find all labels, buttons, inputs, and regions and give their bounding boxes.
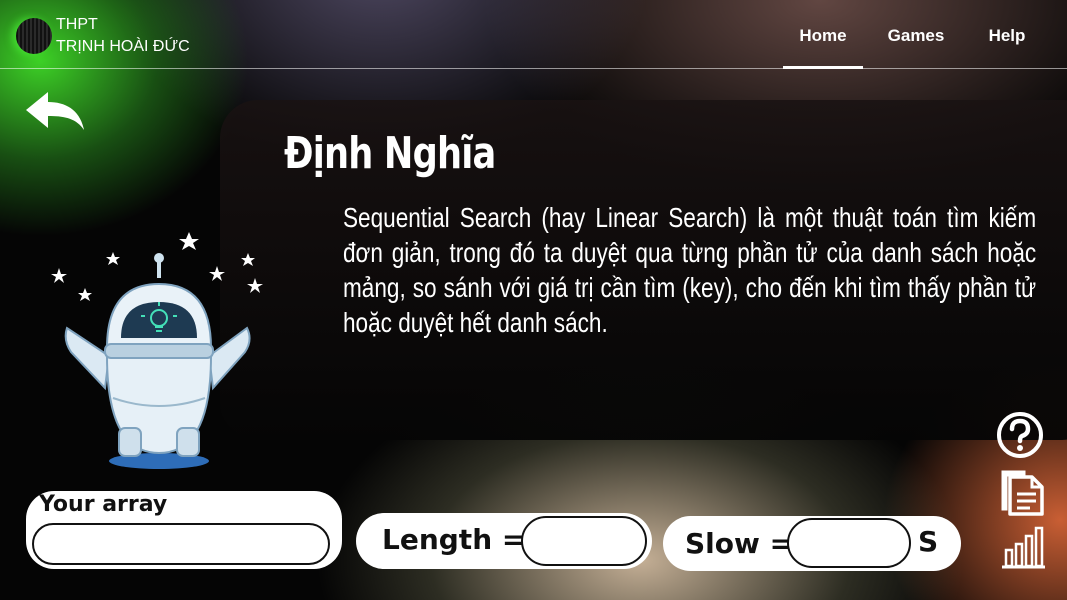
chart-button[interactable] <box>1000 524 1046 570</box>
array-label: Your array <box>39 492 168 517</box>
nav-games[interactable]: Games <box>885 24 947 69</box>
robot-lightbulb-icon <box>51 232 263 469</box>
document-button[interactable] <box>1000 467 1046 517</box>
brand-line-2: TRỊNH HOÀI ĐỨC <box>56 38 190 55</box>
brand-line-1: THPT <box>56 16 98 33</box>
array-input[interactable] <box>32 523 330 565</box>
back-arrow-icon <box>26 92 84 130</box>
length-input[interactable] <box>521 516 647 566</box>
nav-home[interactable]: Home <box>783 24 863 69</box>
length-label: Length = <box>382 523 526 556</box>
slow-unit: S <box>918 525 939 558</box>
brand-name[interactable]: THPT TRỊNH HOÀI ĐỨC <box>56 14 190 58</box>
bar-chart-icon <box>1002 526 1045 569</box>
question-circle-icon <box>997 412 1043 458</box>
logo-icon <box>16 18 52 54</box>
slow-input[interactable] <box>787 518 911 568</box>
help-button[interactable] <box>996 411 1044 459</box>
definition-title: Định Nghĩa <box>284 128 496 179</box>
back-button[interactable] <box>24 88 86 136</box>
header: THPT TRỊNH HOÀI ĐỨC Home Games Help <box>0 0 1067 69</box>
definition-text: Sequential Search (hay Linear Search) là… <box>343 202 1037 338</box>
slow-label: Slow = <box>685 527 794 560</box>
nav-bar: Home Games Help <box>783 24 1027 69</box>
nav-help[interactable]: Help <box>987 24 1027 69</box>
document-icon <box>1001 470 1044 516</box>
